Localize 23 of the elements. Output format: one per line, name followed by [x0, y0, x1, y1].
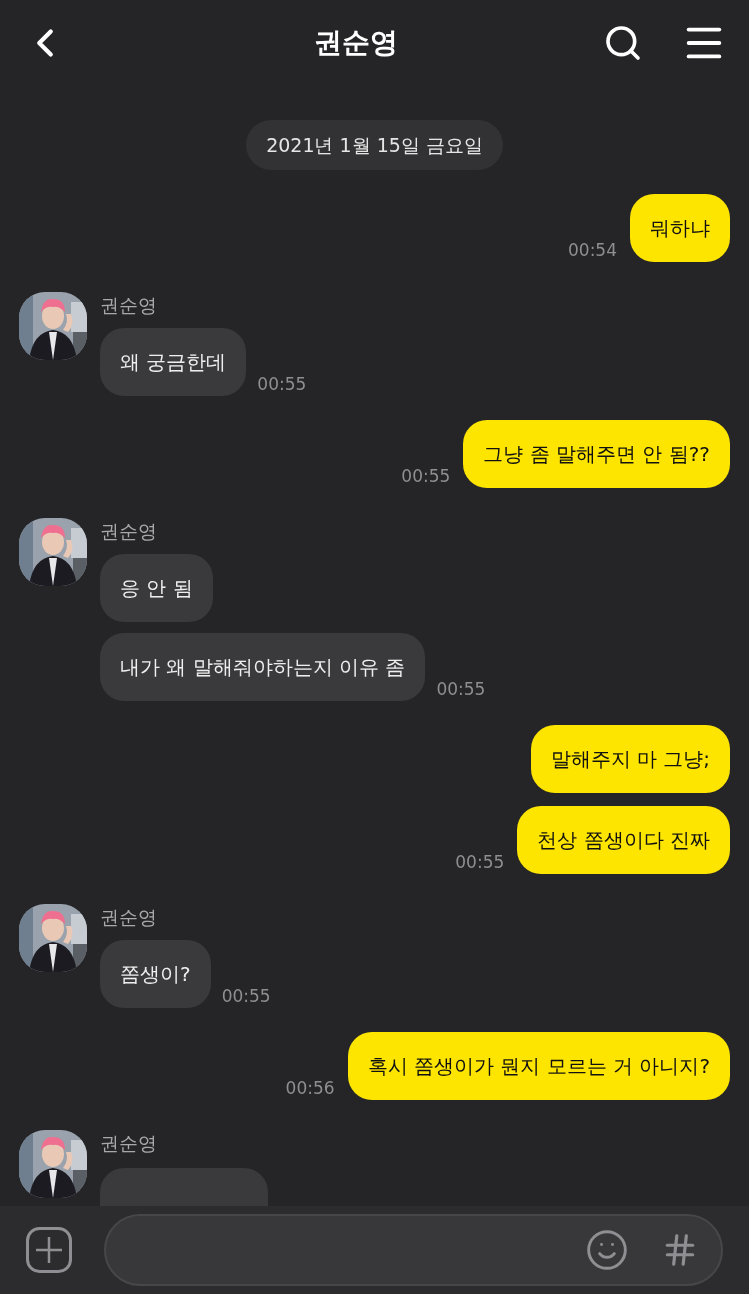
message-time: 00:55 — [401, 466, 451, 486]
message-time: 00:55 — [221, 986, 271, 1006]
message-time: 00:54 — [568, 240, 617, 260]
message-time: 00:55 — [455, 852, 505, 872]
emoji-icon[interactable] — [585, 1228, 629, 1272]
message-time: 00:55 — [257, 374, 307, 394]
sender-name: 권순영 — [100, 1131, 158, 1155]
sender-name: 권순영 — [100, 519, 158, 543]
message-time: 00:56 — [285, 1078, 335, 1098]
chat-title: 권순영 — [313, 24, 398, 61]
message-time: 00:55 — [436, 679, 486, 699]
message-bubble: 내가 왜 말해줘야하는지 이유 좀 — [100, 633, 426, 701]
message-bubble: 그냥 좀 말해주면 안 됨?? — [463, 420, 730, 488]
message-bubble: 왜 궁금한데 — [100, 328, 247, 396]
message-bubble: 뭐하냐 — [630, 194, 730, 262]
message-bubble: 혹시 쫌생이가 뭔지 모르는 거 아니지? — [347, 1032, 730, 1100]
sender-name: 권순영 — [100, 905, 158, 929]
message-bubble: 말해주지 마 그냥; — [530, 725, 730, 793]
add-icon[interactable] — [26, 1227, 72, 1273]
message-bubble: 응 안 됨 — [100, 554, 213, 622]
sender-name: 권순영 — [100, 293, 158, 317]
message-bubble: 천상 쫌생이다 진짜 — [517, 806, 730, 874]
message-bubble: 쫌생이? — [100, 940, 211, 1008]
